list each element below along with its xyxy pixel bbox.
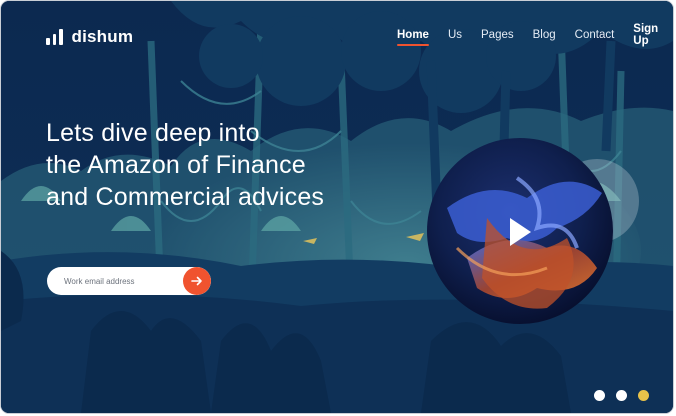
nav-home[interactable]: Home [397, 29, 429, 46]
submit-button[interactable] [183, 267, 211, 295]
carousel-dots [594, 390, 649, 401]
email-input[interactable] [47, 267, 183, 295]
signal-bars-icon [46, 29, 63, 45]
nav-pages[interactable]: Pages [481, 29, 514, 41]
nav-us[interactable]: Us [448, 29, 462, 41]
nav-contact[interactable]: Contact [575, 29, 615, 41]
carousel-dot-1[interactable] [594, 390, 605, 401]
hero-headline: Lets dive deep into the Amazon of Financ… [46, 117, 324, 213]
sign-up-button[interactable]: Sign Up [633, 23, 673, 47]
nav-blog[interactable]: Blog [533, 29, 556, 41]
main-navigation: Home Us Pages Blog Contact Sign Up [397, 23, 673, 47]
brand-name: dishum [71, 27, 134, 46]
headline-line-1: Lets dive deep into [46, 119, 260, 147]
hero-section: dishum Home Us Pages Blog Contact Sign U… [1, 1, 673, 413]
headline-line-3: and Commercial advices [46, 183, 325, 211]
arrow-right-icon [191, 276, 202, 286]
video-thumbnail[interactable] [427, 138, 613, 324]
brand-logo[interactable]: dishum [46, 27, 133, 47]
carousel-dot-3[interactable] [638, 390, 649, 401]
carousel-dot-2[interactable] [616, 390, 627, 401]
play-icon[interactable] [507, 216, 533, 248]
headline-line-2: the Amazon of Finance [46, 151, 306, 179]
email-signup-form [47, 267, 211, 295]
